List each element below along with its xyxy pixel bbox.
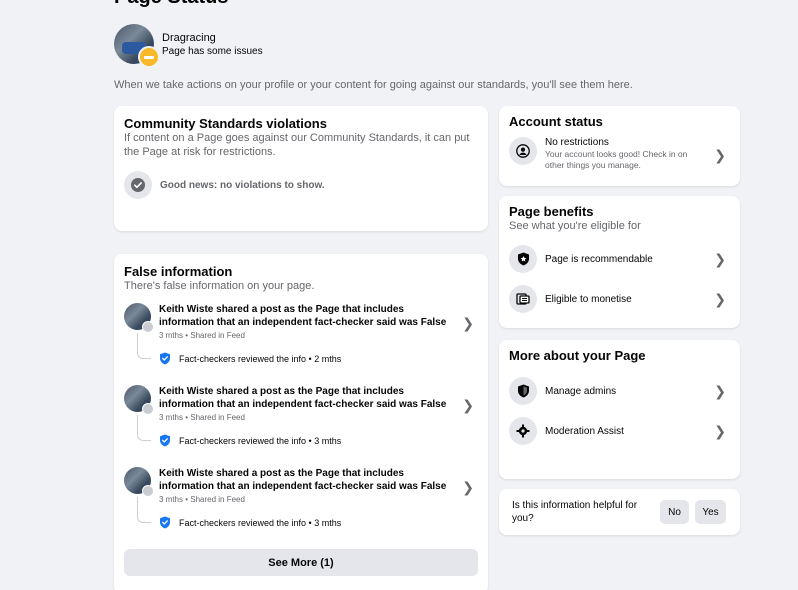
see-more-button[interactable]: See More (1) — [124, 549, 478, 576]
account-status-title: Account status — [509, 114, 603, 129]
eligible-monetise-label: Eligible to monetise — [545, 293, 632, 305]
moderation-assist-label: Moderation Assist — [545, 425, 624, 437]
thread-connector — [137, 415, 151, 441]
chevron-right-icon: ❯ — [462, 479, 474, 495]
false-info-text: Keith Wiste shared a post as the Page th… — [159, 386, 447, 410]
thread-connector — [137, 497, 151, 523]
no-button[interactable]: No — [660, 500, 689, 524]
page-benefits-subtitle: See what you're eligible for — [509, 220, 641, 232]
false-info-meta: 3 mths • Shared in Feed — [159, 331, 245, 340]
false-info-item[interactable]: Keith Wiste shared a post as the Page th… — [124, 385, 478, 457]
no-restrictions-desc: Your account looks good! Check in on oth… — [545, 149, 688, 170]
shield-check-icon — [160, 434, 170, 447]
avatar — [124, 385, 154, 415]
more-about-page-title: More about your Page — [509, 348, 646, 363]
helpful-question: Is this information helpful for you? — [512, 500, 638, 524]
no-violations-text: Good news: no violations to show. — [160, 179, 325, 191]
avatar — [124, 303, 154, 333]
page-status-text: Page has some issues — [162, 45, 263, 57]
helpful-feedback-card: Is this information helpful for you? No … — [499, 489, 740, 535]
page-title: Page Status — [114, 0, 228, 9]
community-standards-title: Community Standards violations — [124, 116, 327, 131]
false-information-card: False information There's false informat… — [114, 254, 488, 590]
warning-icon — [138, 46, 160, 68]
page-recommendable-row[interactable]: Page is recommendable ❯ — [509, 245, 730, 273]
page-recommendable-label: Page is recommendable — [545, 253, 653, 265]
false-info-item[interactable]: Keith Wiste shared a post as the Page th… — [124, 303, 478, 375]
fact-check-text: Fact-checkers reviewed the info • 3 mths — [179, 517, 342, 528]
page-benefits-title: Page benefits — [509, 204, 594, 219]
shield-check-icon — [160, 352, 170, 365]
page-name: Dragracing — [162, 31, 216, 44]
chevron-right-icon: ❯ — [714, 147, 726, 163]
community-standards-subtitle: If content on a Page goes against our Co… — [124, 132, 470, 158]
fact-check-row: Fact-checkers reviewed the info • 3 mths — [159, 516, 341, 529]
false-info-text: Keith Wiste shared a post as the Page th… — [159, 468, 447, 492]
checkmark-icon — [124, 171, 152, 199]
manage-admins-label: Manage admins — [545, 385, 617, 397]
shield-check-icon — [160, 516, 170, 529]
chevron-right-icon: ❯ — [714, 290, 726, 307]
false-info-meta: 3 mths • Shared in Feed — [159, 495, 245, 504]
no-violations-row: Good news: no violations to show. — [124, 171, 478, 199]
fact-check-row: Fact-checkers reviewed the info • 3 mths — [159, 434, 341, 447]
false-information-title: False information — [124, 264, 233, 279]
manage-admins-row[interactable]: Manage admins ❯ — [509, 377, 730, 405]
no-restrictions-title: No restrictions — [545, 137, 609, 148]
no-restrictions-row[interactable]: No restrictions Your account looks good!… — [509, 137, 730, 171]
shield-star-icon — [509, 245, 537, 273]
user-avatar-icon — [142, 403, 154, 415]
user-avatar-icon — [142, 485, 154, 497]
false-information-subtitle: There's false information on your page. — [124, 280, 315, 292]
chevron-right-icon: ❯ — [714, 250, 726, 267]
thread-connector — [137, 333, 151, 359]
moderation-assist-row[interactable]: Moderation Assist ❯ — [509, 417, 730, 445]
chevron-right-icon: ❯ — [462, 315, 474, 331]
user-circle-icon — [509, 137, 537, 165]
false-info-meta: 3 mths • Shared in Feed — [159, 413, 245, 422]
false-info-item[interactable]: Keith Wiste shared a post as the Page th… — [124, 467, 478, 539]
chevron-right-icon: ❯ — [462, 397, 474, 413]
fact-check-row: Fact-checkers reviewed the info • 2 mths — [159, 352, 341, 365]
account-status-card: Account status No restrictions Your acco… — [499, 106, 740, 186]
chevron-right-icon: ❯ — [714, 382, 726, 399]
user-avatar-icon — [142, 321, 154, 333]
community-standards-card: Community Standards violations If conten… — [114, 106, 488, 231]
fact-check-text: Fact-checkers reviewed the info • 2 mths — [179, 353, 342, 364]
avatar — [124, 467, 154, 497]
false-info-text: Keith Wiste shared a post as the Page th… — [159, 304, 447, 328]
more-about-page-card: More about your Page Manage admins ❯ Mod… — [499, 340, 740, 479]
page-avatar-wrap — [114, 24, 160, 68]
intro-text: When we take actions on your profile or … — [114, 79, 633, 91]
page-benefits-card: Page benefits See what you're eligible f… — [499, 196, 740, 328]
shield-icon — [509, 377, 537, 405]
money-icon — [509, 285, 537, 313]
fact-check-text: Fact-checkers reviewed the info • 3 mths — [179, 435, 342, 446]
page-profile: Dragracing Page has some issues — [114, 24, 263, 68]
yes-button[interactable]: Yes — [695, 500, 726, 524]
chevron-right-icon: ❯ — [714, 422, 726, 439]
gear-icon — [509, 417, 537, 445]
eligible-monetise-row[interactable]: Eligible to monetise ❯ — [509, 285, 730, 313]
